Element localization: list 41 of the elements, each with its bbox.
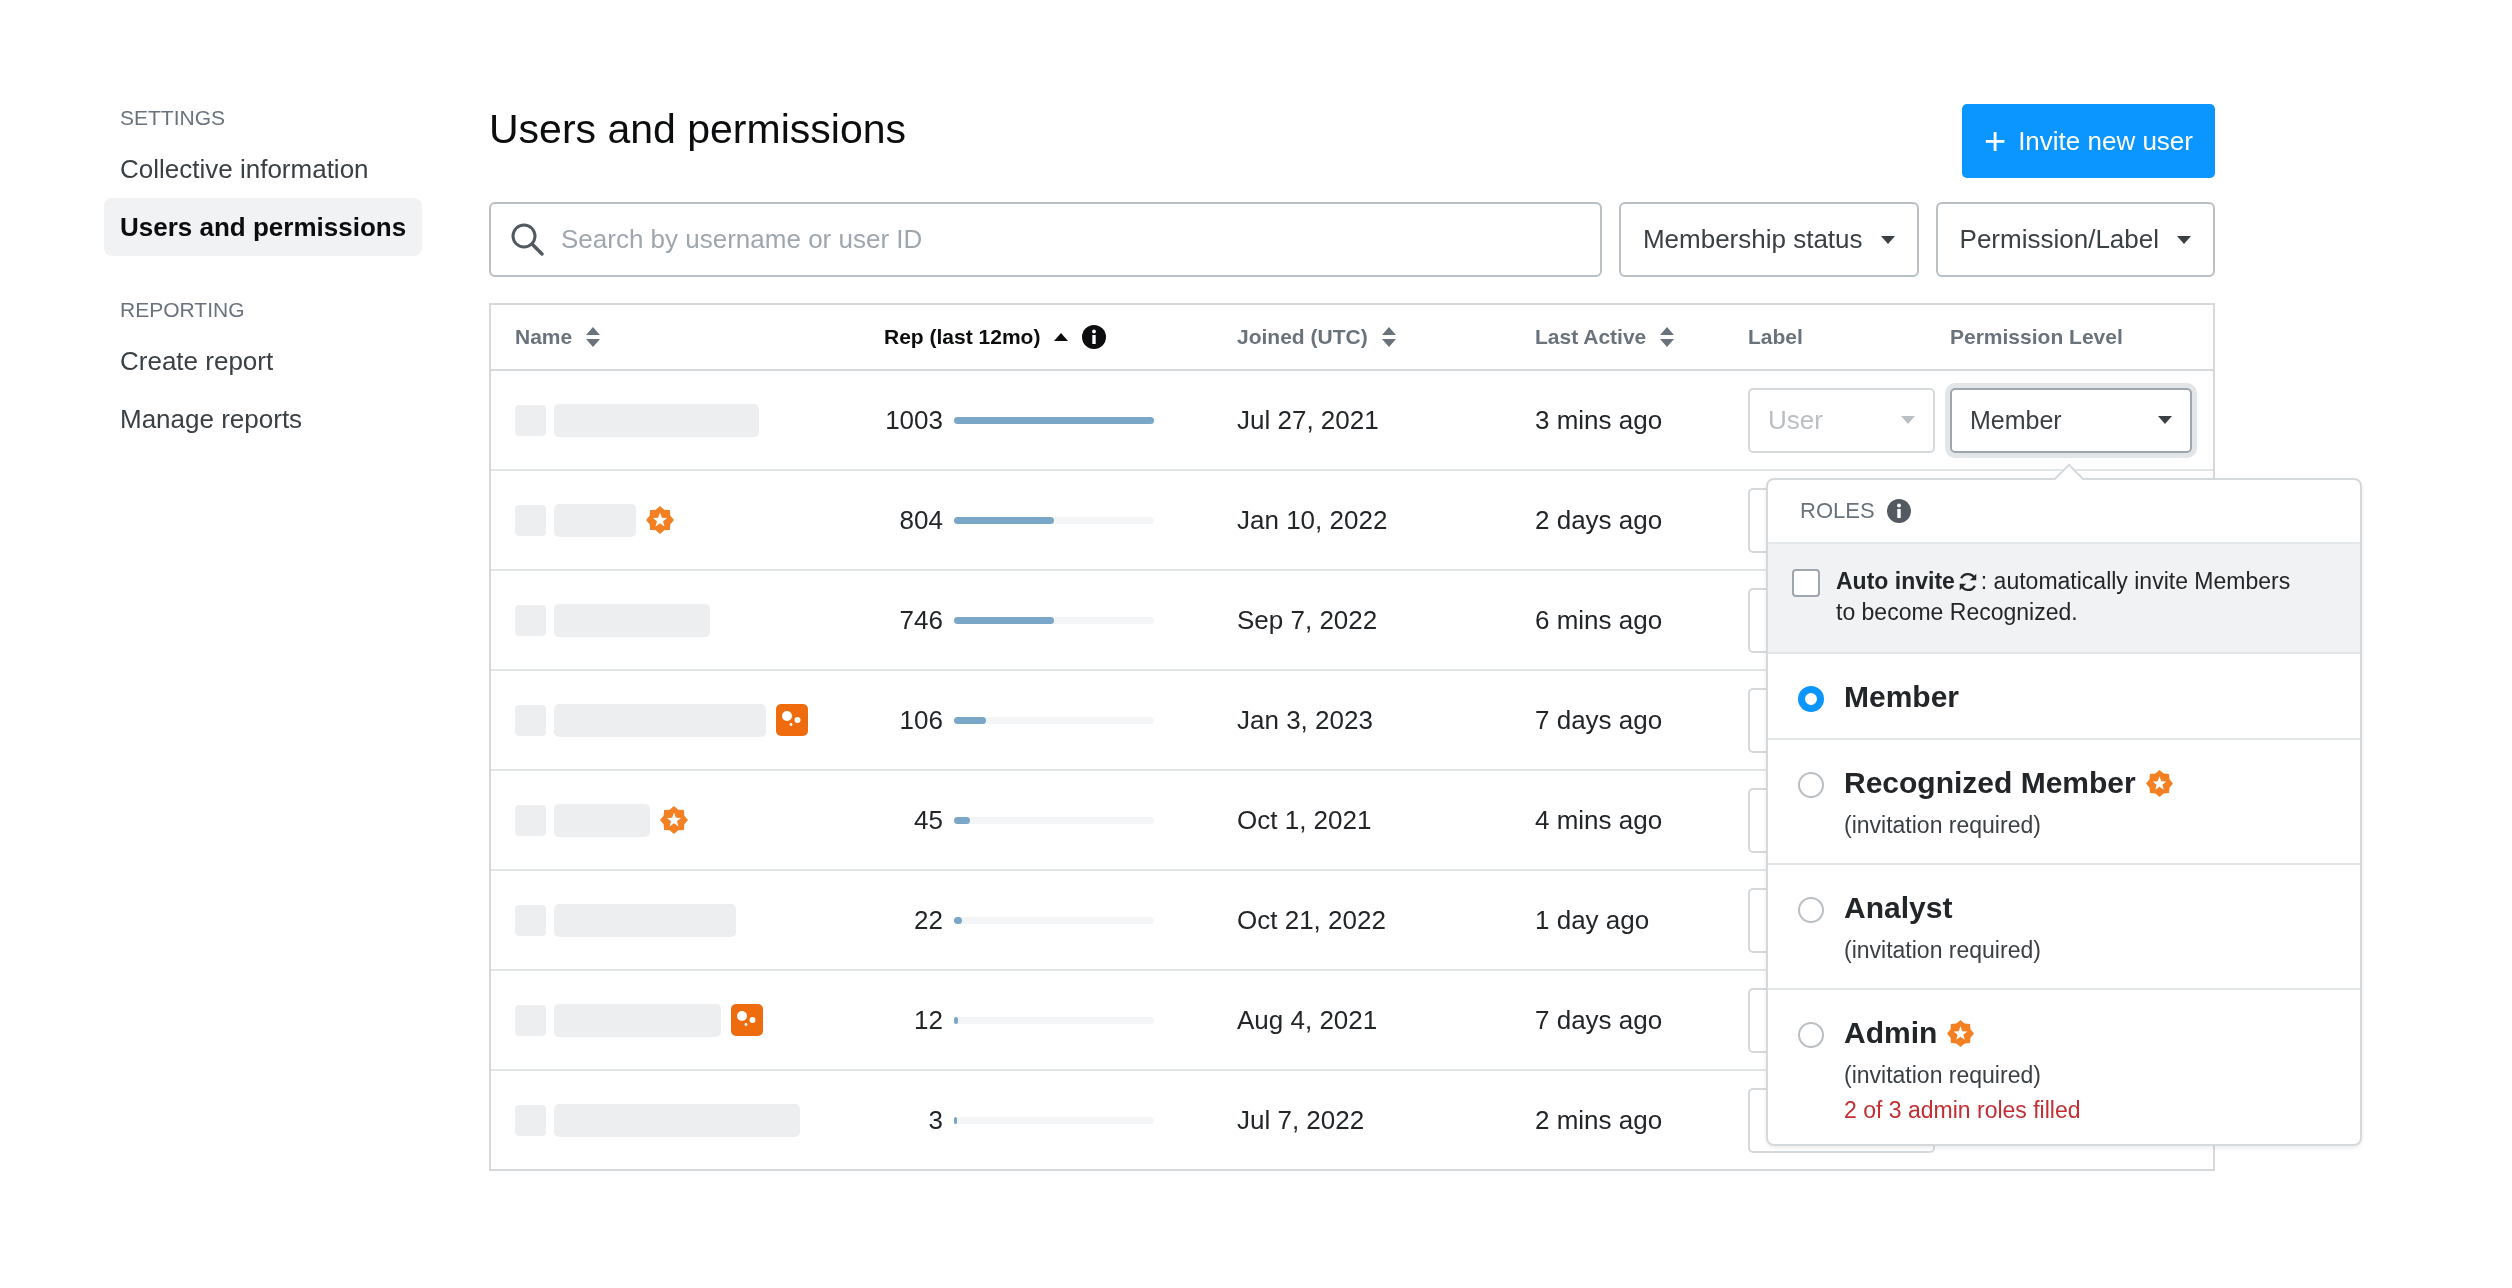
auto-invite-description: : automatically invite Members <box>1980 568 2291 594</box>
reputation-value: 1003 <box>884 404 943 436</box>
joined-date: Jan 3, 2023 <box>1237 704 1373 736</box>
role-warning: 2 of 3 admin roles filled <box>1844 1097 2081 1124</box>
role-note: (invitation required) <box>1844 937 2041 964</box>
joined-date: Oct 1, 2021 <box>1237 804 1372 836</box>
reputation-value: 12 <box>913 1004 943 1036</box>
auto-invite-description: to become Recognized. <box>1836 598 2079 627</box>
joined-date: Sep 7, 2022 <box>1237 604 1378 636</box>
role-name: Member <box>1844 680 1960 714</box>
reputation-value: 22 <box>913 904 943 936</box>
joined-date: Jan 10, 2022 <box>1237 504 1388 536</box>
auto-invite-label: Auto invite <box>1836 568 1955 594</box>
last-active-time: 2 mins ago <box>1535 1104 1663 1136</box>
role-note: (invitation required) <box>1844 1062 2042 1089</box>
reputation-value: 746 <box>898 604 943 636</box>
reputation-value: 45 <box>913 804 943 836</box>
last-active-time: 4 mins ago <box>1535 804 1663 836</box>
page-title: Users and permissions <box>489 105 906 153</box>
column-header: Permission Level <box>1950 325 2123 349</box>
role-note: (invitation required) <box>1844 812 2042 839</box>
joined-date: Jul 7, 2022 <box>1237 1104 1365 1136</box>
roles-heading: ROLES <box>1800 498 1875 524</box>
joined-date: Aug 4, 2021 <box>1237 1004 1378 1036</box>
reputation-value: 3 <box>927 1104 943 1136</box>
last-active-time: 7 days ago <box>1535 1004 1663 1036</box>
reputation-value: 804 <box>898 504 943 536</box>
role-name: Analyst <box>1844 891 1953 925</box>
joined-date: Oct 21, 2022 <box>1237 904 1386 936</box>
reputation-value: 106 <box>898 704 943 736</box>
last-active-time: 7 days ago <box>1535 704 1663 736</box>
role-name: Recognized Member <box>1844 766 2136 800</box>
section-heading: REPORTING <box>119 297 246 323</box>
role-name: Admin <box>1844 1016 1938 1050</box>
last-active-time: 1 day ago <box>1535 904 1650 936</box>
section-heading: SETTINGS <box>119 105 226 131</box>
last-active-time: 3 mins ago <box>1535 404 1663 436</box>
joined-date: Jul 27, 2021 <box>1237 404 1379 436</box>
column-header: Label <box>1748 325 1803 349</box>
last-active-time: 6 mins ago <box>1535 604 1663 636</box>
last-active-time: 2 days ago <box>1535 504 1663 536</box>
